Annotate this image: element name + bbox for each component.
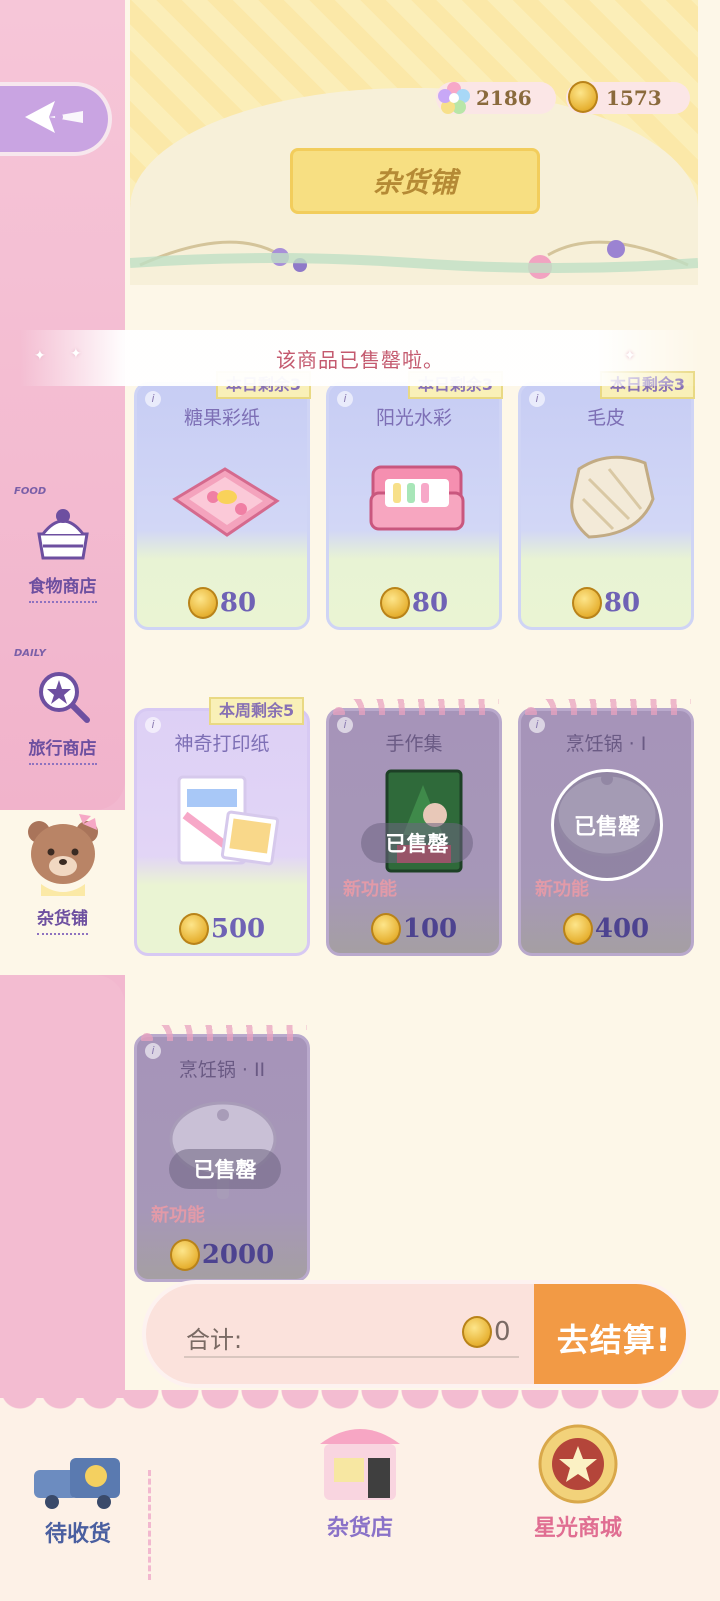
total-label: 合计:	[186, 1326, 243, 1354]
coin-icon	[462, 1316, 492, 1348]
purchase-limit-badge: 本周剩余5	[209, 697, 305, 725]
price-value: 500	[210, 914, 266, 944]
product-price: 80	[521, 587, 691, 619]
star-cookie-icon	[530, 1418, 626, 1510]
product-name: 手作集	[385, 733, 443, 755]
lace-trim	[137, 1025, 307, 1041]
toast-message: 该商品已售罄啦。	[276, 347, 444, 372]
page-title: 杂货铺	[372, 166, 457, 199]
sidebar-item-label: 食物商店	[28, 572, 97, 603]
cake-icon	[33, 504, 93, 566]
product-card[interactable]: 本周剩余5 i 神奇打印纸 500	[134, 697, 310, 956]
shop-header-banner: 杂货铺	[130, 0, 698, 285]
sidebar-item-tag: DAILY	[14, 648, 46, 659]
price-value: 100	[402, 914, 458, 944]
price-value: 80	[219, 588, 257, 618]
coin-icon	[562, 913, 593, 945]
sidebar-item-food-shop[interactable]: FOOD 食物商店	[0, 486, 125, 636]
coin-icon	[379, 587, 410, 619]
product-name: 毛皮	[586, 407, 625, 429]
bear-avatar-icon	[21, 810, 105, 900]
product-name: 糖果彩纸	[183, 407, 260, 429]
price-value: 80	[603, 588, 641, 618]
sparkle-icon: ✦	[34, 348, 47, 364]
coin-icon	[370, 913, 401, 945]
sidebar-item-label: 杂货铺	[37, 904, 88, 935]
checkout-button[interactable]: 去结算!	[534, 1284, 686, 1384]
nav-label: 待收货	[44, 1522, 111, 1547]
product-name: 烹饪锅 · I	[565, 733, 647, 755]
nav-starlight-mall[interactable]: 星光商城	[530, 1418, 626, 1542]
sold-out-label: 已售罄	[169, 1149, 281, 1189]
sidebar-lower-panel	[0, 975, 125, 1420]
sidebar-item-grocery[interactable]: 杂货铺	[0, 810, 125, 950]
nav-grocery-store[interactable]: 杂货店	[312, 1414, 408, 1542]
product-price: 80	[137, 587, 307, 619]
delivery-truck-icon	[30, 1452, 126, 1516]
back-arrow-icon	[19, 95, 89, 143]
gem-balance[interactable]: 2186	[436, 82, 556, 114]
product-card-sold-out[interactable]: i 烹饪锅 · I 已售罄 新功能 400	[518, 699, 694, 956]
sold-out-toast: ✦ ✦ ✦ 该商品已售罄啦。	[20, 330, 700, 386]
nav-divider	[148, 1470, 151, 1580]
sidebar-item-label: 旅行商店	[28, 734, 97, 765]
new-feature-badge: 新功能	[151, 1205, 205, 1226]
product-name: 阳光水彩	[375, 407, 452, 429]
price-value: 400	[594, 914, 650, 944]
product-price: 400	[521, 913, 691, 945]
coin-icon	[187, 587, 218, 619]
coin-icon	[169, 1239, 200, 1271]
total-value: 0	[494, 1317, 511, 1347]
total-underline	[184, 1356, 519, 1358]
price-value: 80	[411, 588, 449, 618]
new-feature-badge: 新功能	[343, 879, 397, 900]
product-price: 80	[329, 587, 499, 619]
product-price: 100	[329, 913, 499, 945]
fur-pelt-icon	[570, 455, 655, 539]
cart-total-bar: 合计: 0 去结算!	[142, 1280, 690, 1388]
product-card[interactable]: 本日剩余3 i 毛皮 80	[518, 371, 695, 630]
product-price: 2000	[137, 1239, 307, 1271]
price-value: 2000	[201, 1240, 275, 1270]
candy-paper-icon	[172, 467, 280, 537]
sparkle-icon: ✦	[70, 346, 83, 362]
new-feature-badge: 新功能	[535, 879, 589, 900]
nav-pending-delivery[interactable]: 待收货	[30, 1452, 126, 1548]
product-name: 神奇打印纸	[174, 733, 270, 755]
watercolor-box-icon	[369, 465, 465, 531]
product-card-sold-out[interactable]: i 烹饪锅 · II 已售罄 新功能 2000	[134, 1025, 310, 1282]
gem-flower-icon	[438, 81, 470, 120]
total-amount: 0	[462, 1316, 511, 1348]
lace-trim	[521, 699, 691, 715]
magnifier-star-icon	[33, 666, 93, 728]
lace-trim	[329, 699, 499, 715]
coin-icon	[571, 587, 602, 619]
sold-out-label: 已售罄	[361, 823, 473, 863]
gem-count: 2186	[476, 86, 532, 110]
product-price: 500	[137, 913, 307, 945]
nav-label: 星光商城	[533, 1516, 622, 1541]
nav-label: 杂货店	[326, 1516, 393, 1541]
sparkle-icon: ✦	[624, 348, 637, 364]
sidebar-item-travel-shop[interactable]: DAILY 旅行商店	[0, 648, 125, 798]
product-name: 烹饪锅 · II	[178, 1059, 266, 1081]
print-paper-icon	[177, 775, 280, 866]
coin-balance[interactable]: 1573	[566, 81, 690, 114]
product-card[interactable]: 本日剩余3 i 阳光水彩 80	[326, 371, 503, 630]
checkout-label: 去结算!	[556, 1321, 672, 1359]
product-card[interactable]: 本日剩余3 i 糖果彩纸 80	[134, 371, 311, 630]
sidebar-item-tag: FOOD	[14, 486, 47, 497]
coin-count: 1573	[606, 86, 662, 110]
back-button[interactable]	[0, 82, 112, 156]
product-card-sold-out[interactable]: i 手作集 已售罄 新功能 100	[326, 699, 502, 956]
grocery-stall-icon	[312, 1414, 408, 1510]
shop-title-ribbon: 杂货铺	[290, 148, 540, 214]
coin-icon	[568, 81, 600, 118]
coin-icon	[178, 913, 209, 945]
sold-out-label: 已售罄	[551, 769, 663, 881]
scallop-trim	[0, 1390, 720, 1410]
